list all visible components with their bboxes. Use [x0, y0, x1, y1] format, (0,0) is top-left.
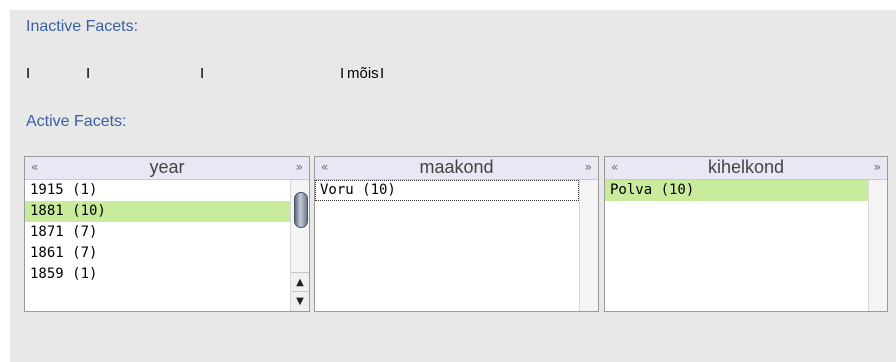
facet-title: kihelkond: [707, 157, 785, 177]
scroll-thumb[interactable]: [294, 192, 308, 228]
inactive-facet-mois-link[interactable]: mõis: [347, 64, 379, 84]
inactive-facets-heading: Inactive Facets:: [26, 18, 139, 35]
inactive-facets-row: I I I I mõis I: [26, 64, 426, 84]
list-item[interactable]: 1915 (1): [25, 180, 290, 201]
vertical-scrollbar[interactable]: [868, 180, 887, 311]
list-item[interactable]: 1859 (1): [25, 264, 290, 285]
list-item[interactable]: Voru (10): [315, 180, 579, 201]
separator: I: [26, 65, 31, 82]
list-item[interactable]: Polva (10): [605, 180, 868, 201]
separator: I: [380, 65, 385, 82]
facet-list: 1915 (1) 1881 (10) 1871 (7) 1861 (7) 185…: [25, 180, 290, 311]
expand-right-icon[interactable]: »: [585, 160, 592, 174]
facet-maakond: « maakond » Voru (10): [314, 156, 599, 312]
facet-year: « year » 1915 (1) 1881 (10) 1871 (7) 186…: [24, 156, 310, 312]
list-item[interactable]: 1871 (7): [25, 222, 290, 243]
facet-kihelkond: « kihelkond » Polva (10): [604, 156, 888, 312]
vertical-scrollbar[interactable]: ▲ ▼: [290, 180, 309, 311]
facet-title: year: [149, 157, 185, 177]
vertical-scrollbar[interactable]: [579, 180, 598, 311]
facet-list: Voru (10): [315, 180, 579, 311]
scroll-down-icon[interactable]: ▼: [291, 291, 309, 311]
separator: I: [200, 65, 205, 82]
expand-right-icon[interactable]: »: [874, 160, 881, 174]
facet-header: « year »: [25, 157, 309, 180]
facet-title: maakond: [419, 157, 494, 177]
expand-right-icon[interactable]: »: [296, 160, 303, 174]
list-item[interactable]: 1881 (10): [25, 201, 290, 222]
facet-list: Polva (10): [605, 180, 868, 311]
facet-header: « kihelkond »: [605, 157, 887, 180]
list-item[interactable]: 1861 (7): [25, 243, 290, 264]
active-facets-heading: Active Facets:: [26, 113, 127, 130]
scroll-up-icon[interactable]: ▲: [291, 272, 309, 292]
facet-header: « maakond »: [315, 157, 598, 180]
separator: I: [86, 65, 91, 82]
separator: I: [340, 65, 345, 82]
